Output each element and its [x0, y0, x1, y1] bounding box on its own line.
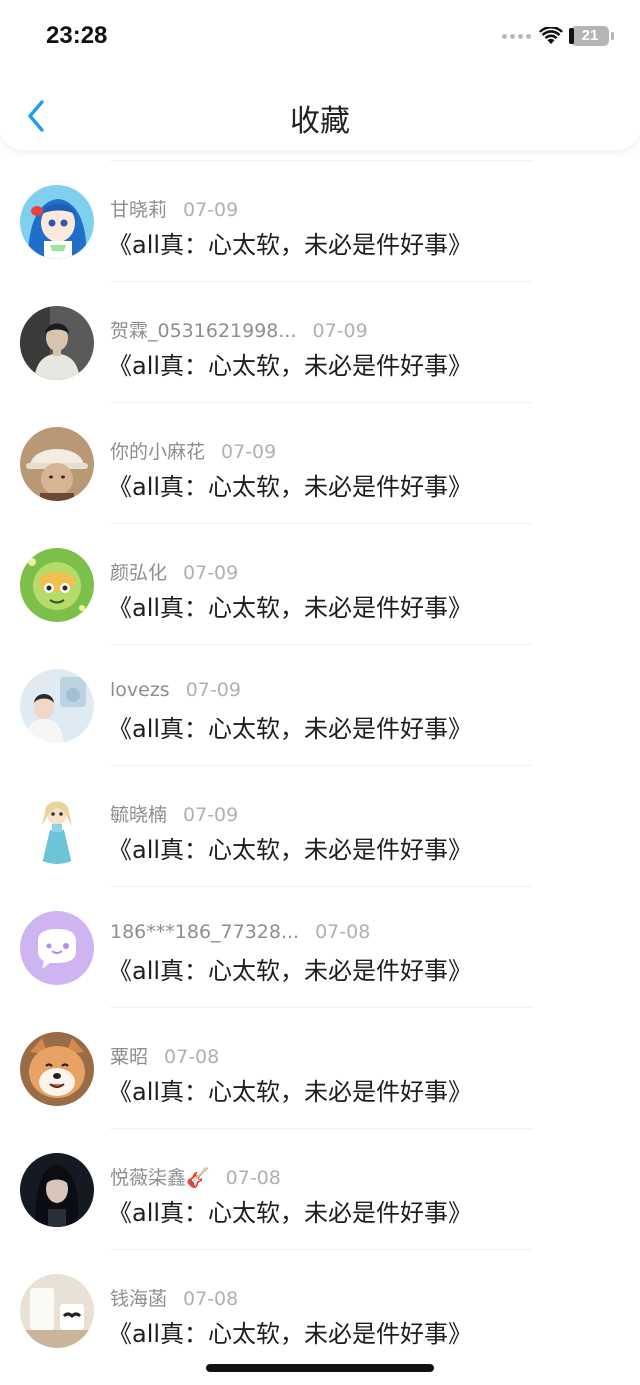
list-item[interactable]: 你的小麻花 07-09 《all真：心太软，未必是件好事》	[20, 402, 532, 523]
anime-girl-avatar-icon	[20, 185, 94, 259]
avatar[interactable]	[20, 1032, 94, 1106]
avatar[interactable]	[20, 185, 94, 259]
dark-portrait-avatar-icon	[20, 1153, 94, 1227]
home-indicator[interactable]	[206, 1364, 434, 1372]
item-meta: 贺霖_0531621998... 07-09	[110, 316, 368, 343]
cups-photo-avatar-icon	[20, 1274, 94, 1348]
shiba-dog-avatar-icon	[20, 1032, 94, 1106]
item-meta: 186***186_77328... 07-08	[110, 921, 370, 943]
item-title[interactable]: 《all真：心太软，未必是件好事》	[108, 588, 472, 623]
light-photo-avatar-icon	[20, 669, 94, 743]
list-item[interactable]: 贺霖_0531621998... 07-09 《all真：心太软，未必是件好事》	[20, 281, 532, 402]
battery-indicator: 21	[569, 26, 609, 46]
item-meta: 你的小麻花 07-09	[110, 437, 276, 464]
user-name[interactable]: 钱海菡	[110, 1288, 167, 1310]
avatar[interactable]	[20, 427, 94, 501]
boy-photo-avatar-icon	[20, 306, 94, 380]
item-date: 07-08	[183, 1288, 239, 1310]
list-item[interactable]: 毓晓楠 07-09 《all真：心太软，未必是件好事》	[20, 765, 532, 886]
avatar[interactable]	[20, 669, 94, 743]
item-date: 07-09	[185, 679, 241, 701]
hat-photo-avatar-icon	[20, 427, 94, 501]
list-item[interactable]: 颜弘化 07-09 《all真：心太软，未必是件好事》	[20, 523, 532, 644]
item-meta: lovezs 07-09	[110, 679, 241, 701]
user-name[interactable]: 贺霖_0531621998...	[110, 320, 297, 342]
item-title[interactable]: 《all真：心太软，未必是件好事》	[108, 830, 472, 865]
top-bar: 23:28 21 收藏	[0, 0, 640, 150]
user-name[interactable]: 你的小麻花	[110, 441, 205, 463]
item-meta: 粟昭 07-08	[110, 1042, 219, 1069]
item-meta: 颜弘化 07-09	[110, 558, 238, 585]
list-item[interactable]: 186***186_77328... 07-08 《all真：心太软，未必是件好事…	[20, 886, 532, 1007]
item-title[interactable]: 《all真：心太软，未必是件好事》	[108, 225, 472, 260]
item-title[interactable]: 《all真：心太软，未必是件好事》	[108, 951, 472, 986]
item-meta: 钱海菡 07-08	[110, 1284, 238, 1311]
battery-cap	[611, 32, 614, 40]
list-item[interactable]: 粟昭 07-08 《all真：心太软，未必是件好事》	[20, 1007, 532, 1128]
list-item[interactable]: 悦薇柒鑫🎸 07-08 《all真：心太软，未必是件好事》	[20, 1128, 532, 1249]
list-item[interactable]: lovezs 07-09 《all真：心太软，未必是件好事》	[20, 644, 532, 765]
list-item[interactable]: 钱海菡 07-08 《all真：心太软，未必是件好事》	[20, 1249, 532, 1370]
item-title[interactable]: 《all真：心太软，未必是件好事》	[108, 709, 472, 744]
item-title[interactable]: 《all真：心太软，未必是件好事》	[108, 1072, 472, 1107]
user-name[interactable]: 毓晓楠	[110, 804, 167, 826]
avatar[interactable]	[20, 1153, 94, 1227]
list-item[interactable]: 甘晓莉 07-09 《all真：心太软，未必是件好事》	[20, 160, 532, 281]
page-title: 收藏	[290, 104, 350, 139]
wifi-icon	[539, 27, 563, 44]
item-title[interactable]: 《all真：心太软，未必是件好事》	[108, 467, 472, 502]
avatar[interactable]	[20, 911, 94, 985]
user-name[interactable]: 粟昭	[110, 1046, 148, 1068]
avatar[interactable]	[20, 548, 94, 622]
item-title[interactable]: 《all真：心太软，未必是件好事》	[108, 1314, 472, 1349]
chat-bubble-avatar-icon	[20, 911, 94, 985]
user-name[interactable]: lovezs	[110, 679, 170, 701]
status-time: 23:28	[46, 22, 108, 49]
item-date: 07-08	[164, 1046, 220, 1068]
green-cartoon-avatar-icon	[20, 548, 94, 622]
user-name[interactable]: 186***186_77328...	[110, 921, 299, 943]
item-date: 07-09	[221, 441, 277, 463]
item-meta: 甘晓莉 07-09	[110, 195, 238, 222]
item-date: 07-09	[183, 562, 239, 584]
item-date: 07-08	[315, 921, 371, 943]
status-icons: 21	[502, 26, 614, 46]
item-title[interactable]: 《all真：心太软，未必是件好事》	[108, 1193, 472, 1228]
favorites-list: 甘晓莉 07-09 《all真：心太软，未必是件好事》 贺霖_0531621998…	[0, 160, 640, 1370]
item-meta: 毓晓楠 07-09	[110, 800, 238, 827]
item-date: 07-08	[225, 1167, 281, 1189]
user-name[interactable]: 颜弘化	[110, 562, 167, 584]
avatar[interactable]	[20, 1274, 94, 1348]
elsa-cartoon-avatar-icon	[20, 790, 94, 864]
item-date: 07-09	[312, 320, 368, 342]
signal-icon	[502, 33, 531, 39]
item-meta: 悦薇柒鑫🎸 07-08	[110, 1163, 281, 1190]
item-date: 07-09	[183, 804, 239, 826]
user-name[interactable]: 甘晓莉	[110, 199, 167, 221]
avatar[interactable]	[20, 306, 94, 380]
item-date: 07-09	[183, 199, 239, 221]
user-name[interactable]: 悦薇柒鑫🎸	[110, 1167, 210, 1189]
item-title[interactable]: 《all真：心太软，未必是件好事》	[108, 346, 472, 381]
avatar[interactable]	[20, 790, 94, 864]
